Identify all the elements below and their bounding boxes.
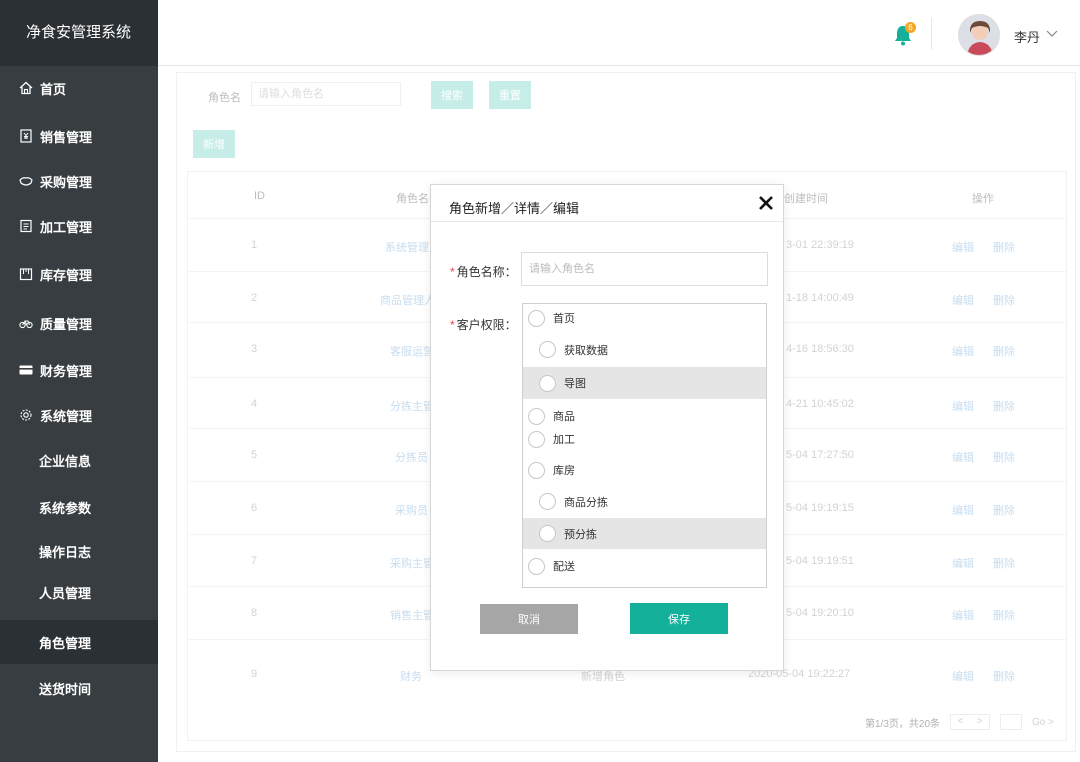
permission-label-text: 商品分拣 [564, 496, 608, 509]
radio-button[interactable] [528, 461, 545, 479]
close-icon[interactable] [757, 194, 775, 212]
clipboard-icon [18, 218, 34, 234]
header-divider [931, 18, 932, 50]
role-edit-modal: 角色新增／详情／编辑 *角色名称： *客户权限： 首页 获取数据 导图 商品 加… [430, 184, 784, 671]
permission-item-delivery[interactable]: 配送 [523, 555, 766, 577]
permission-item-goods[interactable]: 商品 [523, 405, 766, 427]
role-name-label-text: 角色名称： [456, 265, 517, 279]
notification-bell-icon[interactable]: 6 [893, 22, 916, 46]
sidebar-item-label: 库存管理 [40, 267, 93, 283]
radio-button[interactable] [528, 309, 545, 327]
sidebar-subitem-roles[interactable]: 角色管理 [0, 620, 158, 664]
permission-item-home[interactable]: 首页 [523, 307, 766, 329]
permission-label-text: 导图 [564, 378, 586, 390]
permission-item-processing[interactable]: 加工 [523, 428, 766, 450]
permission-item-pre-sorting[interactable]: 预分拣 [523, 518, 766, 549]
required-mark: * [450, 265, 455, 279]
sidebar-subitem-staff[interactable]: 人员管理 [0, 570, 158, 614]
card-icon [18, 362, 34, 378]
radio-button[interactable] [539, 341, 556, 358]
sidebar-item-inventory[interactable]: 库存管理 [0, 252, 158, 296]
modal-divider [431, 221, 783, 222]
username[interactable]: 李丹 [1014, 27, 1040, 46]
chevron-down-icon[interactable] [1046, 28, 1058, 38]
permission-label-text: 获取数据 [564, 344, 608, 357]
permission-label-text: 配送 [553, 561, 575, 573]
permission-list: 首页 获取数据 导图 商品 加工 库房 商品分拣 预分拣 配送 [522, 303, 767, 588]
role-name-input[interactable] [521, 252, 768, 286]
required-mark: * [450, 318, 455, 332]
permission-label-text: 客户权限： [456, 318, 517, 332]
notification-badge: 6 [905, 22, 916, 33]
app-title: 净食安管理系统 [0, 0, 158, 66]
gear-icon [18, 407, 34, 423]
sidebar-item-quality[interactable]: 质量管理 [0, 301, 158, 345]
radio-button[interactable] [539, 525, 556, 542]
radio-button[interactable] [528, 557, 545, 575]
permission-item-fetch-data[interactable]: 获取数据 [523, 336, 766, 363]
permission-label-text: 首页 [553, 313, 575, 325]
sidebar-subitem-system-params[interactable]: 系统参数 [0, 485, 158, 529]
sidebar-item-label: 采购管理 [40, 174, 93, 190]
role-name-label: * 角色名称： [450, 263, 517, 280]
radio-button[interactable] [539, 493, 556, 510]
sidebar-item-label: 质量管理 [40, 316, 93, 332]
permission-label-text: 预分拣 [564, 528, 597, 541]
sidebar-item-label: 首页 [40, 81, 67, 97]
permission-label-text: 库房 [553, 465, 575, 477]
sidebar-subitem-operation-log[interactable]: 操作日志 [0, 529, 158, 573]
modal-title: 角色新增／详情／编辑 [449, 201, 580, 216]
save-button[interactable]: 保存 [630, 603, 728, 634]
radio-button[interactable] [528, 407, 545, 425]
permission-label: * 客户权限： [450, 316, 517, 333]
yen-doc-icon [18, 128, 34, 144]
sidebar-item-system[interactable]: 系统管理 [0, 393, 158, 437]
sidebar-item-purchase[interactable]: 采购管理 [0, 159, 158, 203]
permission-label-text: 加工 [553, 434, 575, 446]
sidebar-item-sales[interactable]: 销售管理 [0, 114, 158, 158]
sidebar-subitem-company-info[interactable]: 企业信息 [0, 438, 158, 482]
sidebar-item-label: 系统管理 [40, 408, 93, 424]
home-icon [18, 80, 34, 96]
sidebar-item-label: 销售管理 [40, 129, 93, 145]
permission-item-goods-sorting[interactable]: 商品分拣 [523, 488, 766, 515]
warehouse-icon [18, 266, 34, 282]
user-avatar[interactable] [958, 14, 1000, 56]
bicycle-icon [18, 315, 34, 331]
radio-button[interactable] [539, 374, 556, 392]
permission-item-export-map[interactable]: 导图 [523, 367, 766, 399]
permission-item-warehouse[interactable]: 库房 [523, 459, 766, 481]
permission-label-text: 商品 [553, 411, 575, 423]
sidebar-item-label: 加工管理 [40, 219, 93, 235]
top-header: 6 李丹 [158, 0, 1080, 66]
sidebar-item-label: 财务管理 [40, 363, 93, 379]
hand-icon [18, 173, 34, 189]
sidebar-item-finance[interactable]: 财务管理 [0, 348, 158, 392]
cancel-button[interactable]: 取消 [480, 604, 578, 634]
sidebar-item-home[interactable]: 首页 [0, 66, 158, 110]
sidebar-subitem-delivery-time[interactable]: 送货时间 [0, 666, 158, 710]
sidebar: 净食安管理系统 首页 销售管理 采购管理 加工管理 库存管理 质量管理 财务管理… [0, 0, 158, 762]
radio-button[interactable] [528, 430, 545, 448]
sidebar-item-processing[interactable]: 加工管理 [0, 204, 158, 248]
